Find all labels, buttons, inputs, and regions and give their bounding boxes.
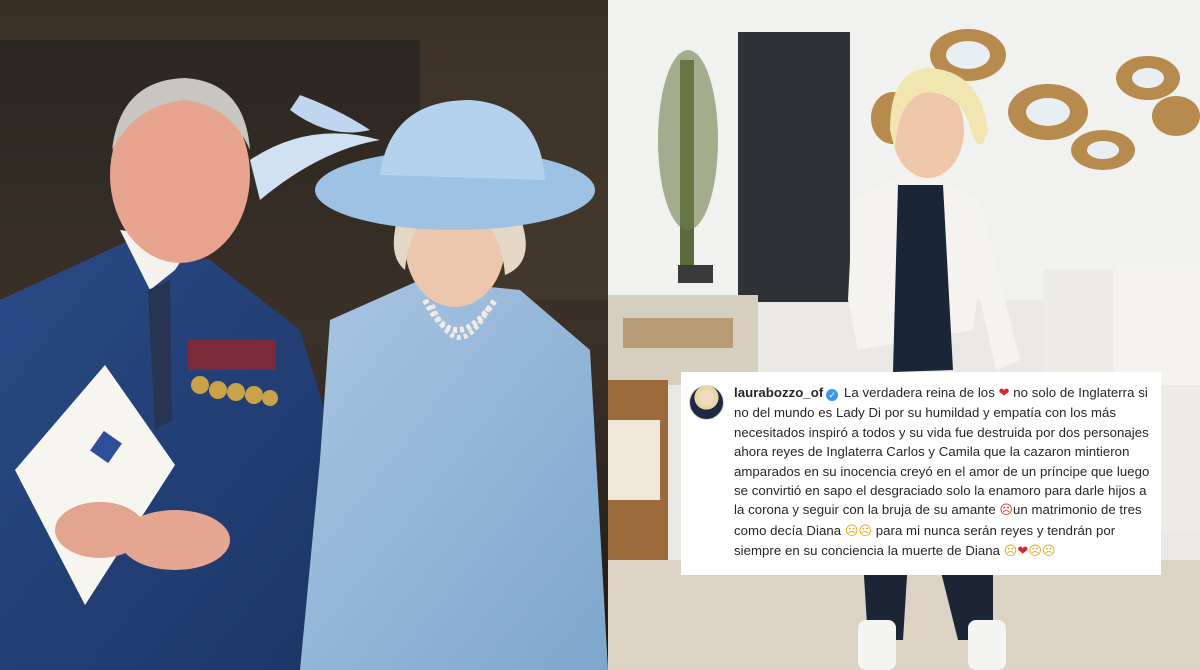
caption-part-2: no solo de Inglaterra si no del mundo es… [734, 385, 1150, 518]
disappointed-face-emoji-icon-2: ☹ [1028, 544, 1042, 560]
screaming-face-emoji-icon: ☹ [1041, 544, 1056, 560]
caption-text: laurabozzo_of ✓ La verdadera reina de los… [734, 383, 1153, 575]
sad-face-emoji-icon: ☹ [844, 523, 859, 539]
heart-emoji-icon: ❤ [998, 386, 1010, 401]
sad-face-emoji-icon-2: ☹ [858, 523, 873, 539]
username-link[interactable]: laurabozzo_of [734, 385, 823, 400]
angry-face-emoji-icon: ☹ [999, 503, 1014, 519]
disappointed-face-emoji-icon: ☹ [1003, 544, 1018, 560]
caption-part-1: La verdadera reina de los [840, 385, 999, 400]
heart-emoji-icon-2: ❤ [1017, 544, 1029, 560]
photo-royal-couple [0, 0, 608, 670]
instagram-caption-card: laurabozzo_of ✓ La verdadera reina de los… [681, 372, 1161, 575]
verified-badge-icon: ✓ [826, 389, 839, 401]
profile-avatar[interactable] [689, 385, 724, 420]
